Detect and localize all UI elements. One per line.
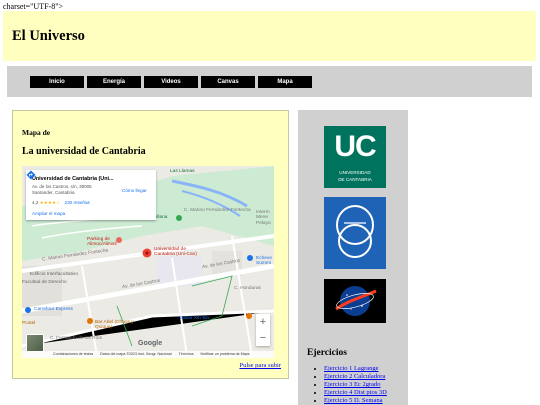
nasa-logo[interactable]	[324, 279, 386, 323]
scroll-top-link[interactable]: Pulse para subir	[239, 362, 281, 369]
list-item: Ejercicio 4 Dist ptos 3D	[324, 389, 387, 397]
enlarge-map-link[interactable]: Ampliar el mapa	[32, 211, 65, 216]
zoom-in-button[interactable]: +	[256, 314, 270, 330]
nav-canvas-button[interactable]: Canvas	[201, 76, 255, 88]
place-rating: 4,2 ★★★★☆ 230 reseñas	[32, 200, 90, 206]
keyboard-shortcuts-link[interactable]: Combinaciones de teclas	[53, 352, 93, 356]
site-header: El Universo	[3, 11, 536, 61]
zoom-out-button[interactable]: −	[256, 330, 270, 346]
map-label-bazar: Bazar Xin Xin	[180, 316, 210, 321]
map-label-pcotel: Pcotel	[22, 321, 36, 326]
map-label-intern: Interm Mene Pelayo	[256, 210, 271, 226]
stray-charset-text: charset="UTF-8">	[3, 2, 63, 11]
section-subtitle: Mapa de	[22, 128, 51, 137]
exercise-link-2[interactable]: Ejercicio 2 Calculadora	[324, 373, 385, 380]
map-label-pin: Universidad de Cantabria (Uni-Can)	[154, 247, 197, 258]
directions-link[interactable]: Cómo llegar	[122, 188, 147, 193]
cern-logo[interactable]	[324, 197, 386, 269]
map-section: Mapa de La universidad de Cantabria Las …	[12, 110, 289, 379]
list-item: Ejercicio 5 D. Semana	[324, 397, 387, 405]
list-item: Ejercicio 3 Ec 2grado	[324, 381, 387, 389]
terms-link[interactable]: Términos	[179, 352, 194, 356]
list-item: Ejercicio 2 Calculadora	[324, 373, 387, 381]
map-label-echeve: Echeve Summi	[256, 256, 272, 267]
exercise-link-1[interactable]: Ejercicio 1 Lagrange	[324, 365, 379, 372]
map-data-text: Datos del mapa ©2023 Inst. Geogr. Nacion…	[100, 352, 172, 356]
uc-logo[interactable]: UC UNIVERSIDAD DE CANTABRIA	[324, 126, 386, 188]
directions-icon[interactable]	[26, 170, 36, 180]
map-label-parking: Parking de Alimoc/Alimsil	[87, 237, 117, 248]
map-label-llamas: Las Llamas	[170, 169, 195, 174]
nav-mapa-button[interactable]: Mapa	[258, 76, 312, 88]
rating-value: 4,2	[32, 200, 39, 205]
google-logo: Google	[138, 340, 163, 347]
exercise-link-4[interactable]: Ejercicio 4 Dist ptos 3D	[324, 389, 387, 396]
map-label-honduras: C. Honduras	[234, 286, 261, 291]
map-label-carrefour: Carrefour Express	[34, 307, 73, 312]
satellite-layer-toggle[interactable]	[26, 334, 44, 352]
zoom-controls: + −	[256, 314, 270, 346]
exercise-link-5[interactable]: Ejercicio 5 D. Semana	[324, 397, 382, 404]
place-name: Universidad de Cantabria (Uni...	[32, 176, 114, 182]
list-item: Ejercicio 1 Lagrange	[324, 365, 387, 373]
report-problem-link[interactable]: Notificar un problema de Maps	[201, 352, 250, 356]
map-label-street-2: C. Marino Fernández-Fontecha	[184, 208, 251, 213]
exercise-link-3[interactable]: Ejercicio 3 Ec 2grado	[324, 381, 381, 388]
exercises-heading: Ejercicios	[307, 348, 347, 358]
site-title: El Universo	[12, 28, 85, 44]
map-label-bar: Bar Abel (Chaos y Quique)	[95, 320, 134, 331]
star-rating-icon: ★★★★☆	[39, 200, 61, 205]
nav-energia-button[interactable]: Energía	[87, 76, 141, 88]
section-title: La universidad de Cantabria	[22, 146, 146, 157]
nav-bar: Inicio Energía Videos Canvas Mapa	[7, 66, 532, 97]
exercises-list: Ejercicio 1 Lagrange Ejercicio 2 Calcula…	[312, 365, 387, 405]
map-label-fernando: C. Fernando de los Ríos	[50, 336, 102, 341]
sidebar: UC UNIVERSIDAD DE CANTABRIA Ejercicios E…	[298, 110, 408, 405]
nav-inicio-button[interactable]: Inicio	[30, 76, 84, 88]
nav-videos-button[interactable]: Videos	[144, 76, 198, 88]
place-address: Av. de los Castros, s/n, 39005 Santander…	[32, 184, 92, 195]
place-info-card: Universidad de Cantabria (Uni... Av. de …	[26, 170, 156, 220]
map-label-faculty: Facultad de Derecho	[22, 280, 67, 285]
map-label-building: Edificio Interfacultativo	[30, 272, 78, 277]
map-attribution: Combinaciones de teclas Datos del mapa ©…	[22, 351, 274, 358]
embedded-map[interactable]: Las Llamas Parque Castellana C. Marino F…	[22, 166, 274, 358]
reviews-link[interactable]: 230 reseñas	[65, 200, 90, 205]
